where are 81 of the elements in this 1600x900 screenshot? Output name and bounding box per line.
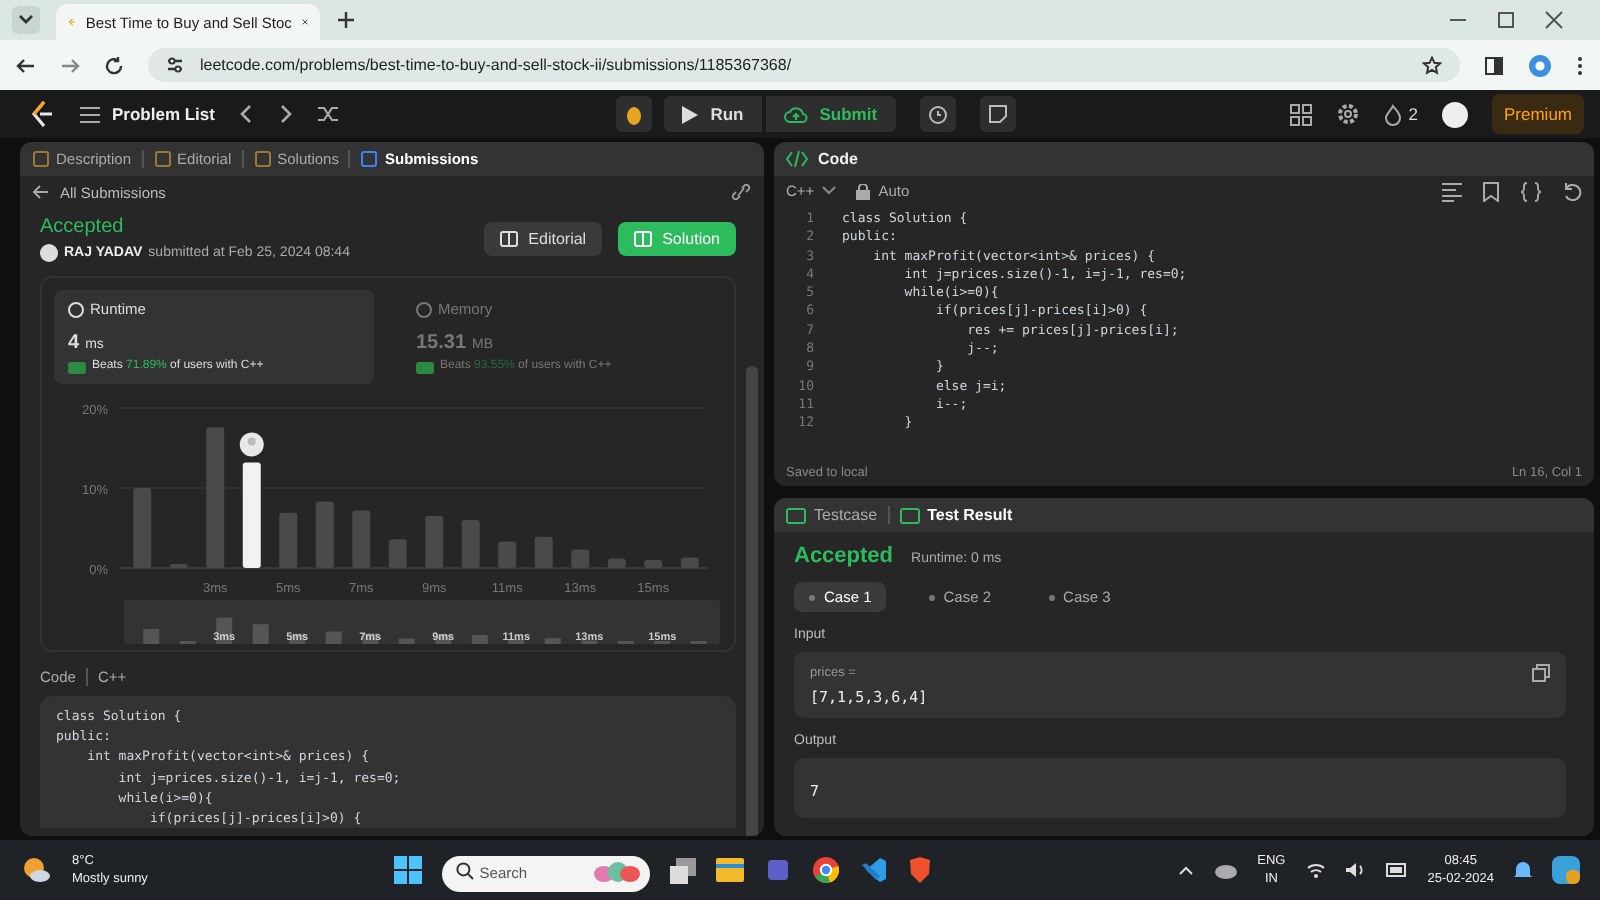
task-view-icon[interactable] [669, 857, 696, 883]
braces-icon[interactable] [1520, 181, 1542, 201]
wifi-icon[interactable] [1305, 862, 1326, 878]
tab-list-button[interactable] [12, 6, 40, 34]
new-tab-icon[interactable] [336, 10, 356, 30]
result-status: Accepted [794, 544, 894, 568]
play-icon [682, 105, 699, 123]
chevron-right-icon[interactable] [278, 104, 295, 124]
leetcode-logo-icon[interactable] [28, 100, 56, 128]
close-icon[interactable] [1544, 10, 1564, 30]
forward-arrow-icon[interactable] [60, 55, 80, 75]
lock-icon [856, 183, 871, 199]
tab-icon [899, 507, 920, 523]
tab-icon [32, 150, 50, 168]
more-menu-icon[interactable] [1576, 55, 1584, 75]
grid-icon[interactable] [1290, 103, 1313, 125]
editorial-button[interactable]: Editorial [484, 221, 603, 255]
maximize-icon[interactable] [1496, 10, 1516, 30]
teams-icon[interactable] [763, 858, 792, 882]
tab-icon [360, 150, 379, 168]
run-button[interactable]: Run [664, 96, 762, 132]
chrome-icon[interactable] [811, 856, 840, 884]
stat-value: 15.31 [416, 332, 467, 354]
code-icon [786, 150, 808, 168]
search-highlight-drawing [591, 858, 640, 882]
side-panel-icon[interactable] [1484, 55, 1504, 75]
back-arrow-icon[interactable] [16, 55, 36, 75]
dot-icon [808, 593, 816, 601]
reload-icon[interactable] [104, 55, 124, 75]
search-icon [455, 861, 474, 879]
settings-icon[interactable] [1336, 102, 1361, 126]
tab-icon [153, 150, 172, 168]
alarm-clock-icon[interactable] [919, 96, 956, 132]
chevron-left-icon[interactable] [238, 104, 255, 124]
panel-title: Code [818, 150, 858, 168]
bookmark-icon[interactable] [1482, 181, 1500, 201]
close-icon[interactable] [301, 14, 308, 30]
problem-list-button[interactable]: Problem List [80, 104, 215, 124]
weather-sun-cloud-icon[interactable] [20, 856, 52, 884]
chevron-down-icon [18, 14, 34, 26]
format-icon[interactable] [1442, 181, 1462, 201]
avatar-icon [40, 243, 58, 261]
windows-start-icon[interactable] [393, 856, 422, 884]
battery-icon[interactable] [1385, 862, 1408, 878]
reset-icon[interactable] [1562, 181, 1582, 201]
star-icon[interactable] [1422, 55, 1442, 75]
streak-count: 2 [1408, 104, 1418, 124]
copy-icon[interactable] [1532, 664, 1550, 682]
speaker-icon[interactable] [1345, 862, 1366, 878]
range-navigator[interactable] [124, 600, 720, 644]
cloud-icon[interactable] [1213, 860, 1238, 880]
shuffle-icon[interactable] [318, 104, 341, 124]
avatar-icon[interactable] [1442, 101, 1468, 127]
bell-icon[interactable] [1514, 860, 1532, 880]
book-icon [500, 229, 519, 247]
address-bar[interactable]: leetcode.com/problems/best-time-to-buy-and-sell-stock-ii/submissions/1185367368/ [148, 48, 1460, 82]
chevron-down-icon [822, 186, 837, 196]
brave-icon[interactable] [907, 856, 932, 884]
site-settings-icon[interactable] [166, 56, 184, 74]
copilot-icon[interactable] [1552, 856, 1580, 884]
dot-icon [1047, 593, 1056, 601]
panel-tab[interactable]: Test Result [899, 506, 1013, 524]
link-icon[interactable] [730, 182, 752, 202]
tab-icon [253, 150, 272, 168]
stat-value: 4 [68, 332, 80, 354]
chevron-up-icon[interactable] [1177, 864, 1194, 876]
status-text: Accepted [40, 215, 126, 237]
tab-icon [786, 507, 806, 523]
dot-icon [927, 593, 936, 601]
cloud-upload-icon [783, 104, 808, 124]
back-arrow-icon [32, 184, 50, 200]
vscode-icon[interactable] [859, 856, 888, 884]
panel-tab[interactable]: Testcase [786, 506, 878, 524]
submit-button[interactable]: Submit [765, 96, 896, 132]
avatar-marker-icon [239, 432, 264, 457]
list-icon [80, 105, 100, 123]
note-icon[interactable] [979, 96, 1016, 132]
profile-icon[interactable] [1528, 53, 1552, 77]
folder-icon[interactable] [715, 858, 744, 882]
runtime-bar[interactable] [242, 462, 261, 568]
premium-button[interactable]: Premium [1492, 94, 1585, 134]
